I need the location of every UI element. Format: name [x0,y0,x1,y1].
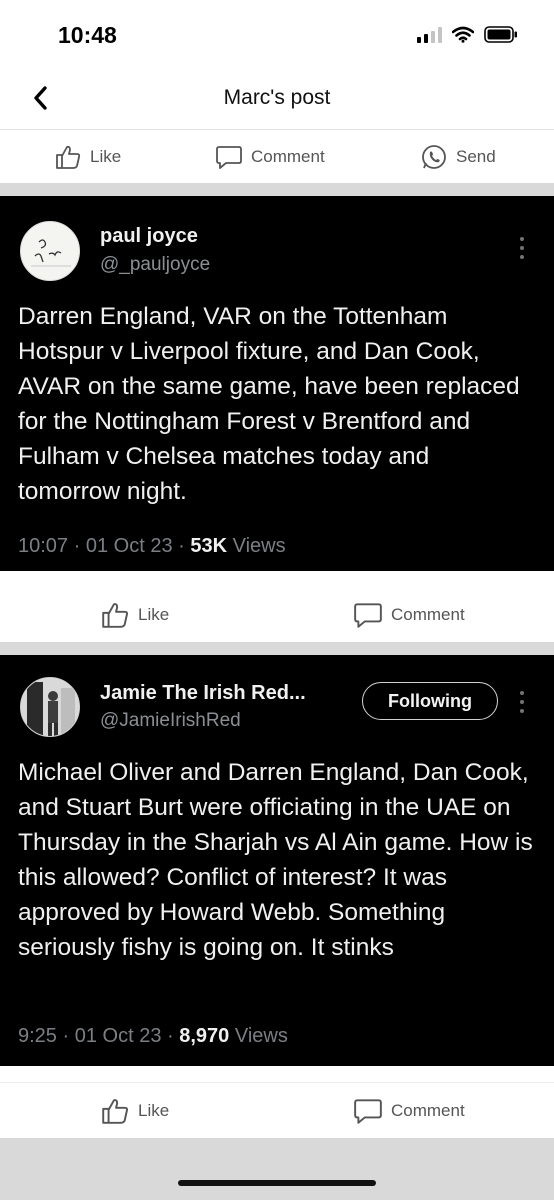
author-handle[interactable]: @JamieIrishRed [100,710,241,732]
post-time: 10:07 [18,535,69,557]
more-vertical-icon[interactable] [520,691,526,713]
avatar-image [31,239,71,267]
following-button[interactable]: Following [362,682,498,720]
comment-label: Comment [391,1101,465,1120]
comment-button[interactable]: Comment [353,600,465,630]
views-label: Views [229,1025,288,1047]
meta-separator: · [172,535,191,557]
page-title: Marc's post [223,86,331,109]
embedded-post-card[interactable]: paul joyce @_pauljoyce Darren England, V… [0,196,554,571]
post-meta: 9:25 · 01 Oct 23 · 8,970 Views [18,1025,288,1048]
post-meta: 10:07 · 01 Oct 23 · 53K Views [18,535,286,558]
author-name[interactable]: Jamie The Irish Red... [100,682,306,705]
author-name[interactable]: paul joyce [100,225,198,248]
comment-button[interactable]: Comment [353,1096,465,1126]
like-label: Like [90,147,122,166]
comment-button[interactable]: Comment [215,143,325,171]
comment-label: Comment [251,147,325,166]
section-divider [0,183,554,196]
meta-separator: · [56,1025,75,1047]
comment-bubble-icon [216,146,242,169]
meta-separator: · [68,535,86,557]
post-action-bar: Like Comment Send [0,131,554,183]
nav-bar: Marc's post [0,66,554,130]
avatar-image [21,678,79,736]
send-button[interactable]: Send [420,143,496,171]
meta-separator: · [161,1025,180,1047]
post-text: Michael Oliver and Darren England, Dan C… [18,759,533,961]
section-divider [0,1138,554,1200]
like-label: Like [138,605,170,624]
thumbs-up-icon [56,145,81,169]
author-handle[interactable]: @_pauljoyce [100,254,210,276]
more-vertical-icon[interactable] [520,237,526,259]
avatar[interactable] [20,221,80,281]
post-time: 9:25 [18,1025,57,1047]
post-date: 01 Oct 23 [74,1025,162,1047]
comment-bubble-icon [354,603,382,628]
like-button[interactable]: Like [100,600,169,630]
views-count: 53K [190,535,228,557]
views-label: Views [227,535,286,557]
home-indicator[interactable] [178,1180,376,1186]
status-icons [417,26,518,43]
send-label: Send [456,147,496,166]
post-action-bar: Like Comment [0,586,554,642]
status-bar: 10:48 [0,0,554,66]
thumbs-up-icon [102,1099,129,1124]
send-icon [422,145,446,169]
section-divider [0,642,554,655]
thumbs-up-icon [102,603,129,628]
wifi-icon [452,26,474,43]
like-button[interactable]: Like [100,1096,169,1126]
status-time: 10:48 [58,22,117,48]
views-count: 8,970 [179,1025,230,1047]
like-button[interactable]: Like [54,143,121,171]
avatar[interactable] [20,677,80,737]
like-label: Like [138,1101,170,1120]
post-date: 01 Oct 23 [85,535,173,557]
signal-icon [417,26,442,43]
battery-icon [484,26,517,43]
embedded-post-card[interactable]: Jamie The Irish Red... @JamieIrishRed Fo… [0,655,554,1066]
comment-bubble-icon [354,1099,382,1124]
comment-label: Comment [391,605,465,624]
post-action-bar: Like Comment [0,1082,554,1138]
post-text: Darren England, VAR on the Tottenham Hot… [18,303,520,505]
